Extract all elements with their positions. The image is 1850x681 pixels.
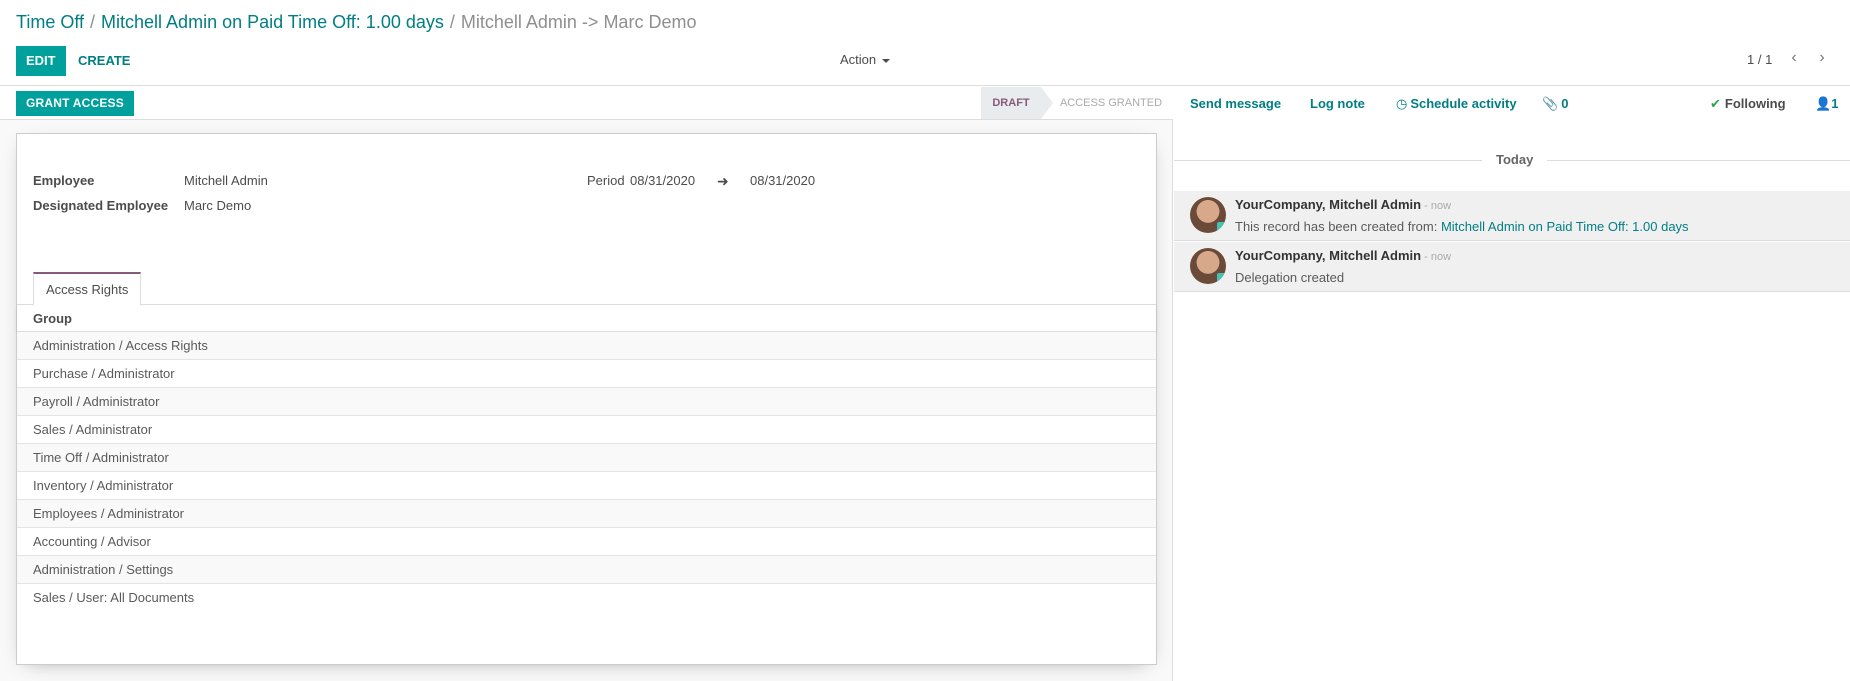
message: YourCompany, Mitchell Admin - now Delegat…: [1174, 242, 1850, 292]
table-row[interactable]: Payroll / Administrator: [17, 388, 1156, 416]
message-text: Delegation created: [1235, 270, 1345, 285]
designated-employee-label: Designated Employee: [33, 198, 169, 213]
status-icon: [1217, 273, 1226, 282]
table-row[interactable]: Sales / Administrator: [17, 416, 1156, 444]
create-button[interactable]: CREATE: [70, 46, 138, 76]
avatar[interactable]: [1190, 248, 1226, 284]
control-panel: Time Off / Mitchell Admin on Paid Time Off…: [0, 0, 1850, 86]
schedule-activity-button[interactable]: ◷ Schedule activity: [1396, 96, 1517, 112]
log-note-button[interactable]: Log note: [1310, 96, 1365, 111]
table-row[interactable]: Accounting / Advisor: [17, 528, 1156, 556]
breadcrumb: Time Off / Mitchell Admin on Paid Time Off…: [16, 12, 696, 33]
user-icon: 👤: [1815, 96, 1832, 111]
message-date: - now: [1424, 251, 1452, 263]
table-row[interactable]: Inventory / Administrator: [17, 472, 1156, 500]
message-author: YourCompany, Mitchell Admin - now: [1235, 248, 1451, 263]
table-row[interactable]: Employees / Administrator: [17, 500, 1156, 528]
chatter: Send message Log note ◷ Schedule activity…: [1174, 87, 1850, 681]
followers-count: 1: [1831, 96, 1839, 111]
clock-icon: ◷: [1396, 96, 1408, 111]
attachments-button[interactable]: 📎 0: [1542, 96, 1568, 112]
message-link[interactable]: Mitchell Admin on Paid Time Off: 1.00 da…: [1441, 219, 1689, 234]
status-icon: [1217, 222, 1226, 231]
statusbar: GRANT ACCESS DRAFT ACCESS GRANTED: [0, 87, 1173, 120]
grant-access-button[interactable]: GRANT ACCESS: [16, 91, 134, 116]
employee-label: Employee: [33, 173, 95, 188]
column-header-group[interactable]: Group: [17, 306, 1156, 332]
table-row[interactable]: Time Off / Administrator: [17, 444, 1156, 472]
action-label: Action: [840, 52, 877, 67]
table-row[interactable]: Administration / Access Rights: [17, 332, 1156, 360]
breadcrumb-time-off[interactable]: Time Off: [16, 12, 84, 32]
access-rights-list: Group Administration / Access Rights Pur…: [17, 306, 1156, 612]
table-row[interactable]: Sales / User: All Documents: [17, 584, 1156, 612]
date-separator: Today: [1482, 152, 1548, 167]
notebook-tabs: Access Rights: [17, 272, 1156, 306]
pager-value[interactable]: 1 / 1: [1747, 52, 1772, 67]
form-sheet: Employee Mitchell Admin Designated Emplo…: [16, 133, 1157, 665]
tab-access-rights[interactable]: Access Rights: [33, 272, 142, 306]
designated-employee-field[interactable]: Marc Demo: [184, 198, 251, 213]
edit-button[interactable]: EDIT: [16, 46, 66, 76]
message-body: This record has been created from: Mitch…: [1235, 219, 1689, 234]
table-row[interactable]: Administration / Settings: [17, 556, 1156, 584]
message: YourCompany, Mitchell Admin - now This re…: [1174, 191, 1850, 241]
followers-button[interactable]: 👤1: [1815, 96, 1838, 112]
message-date: - now: [1424, 200, 1452, 212]
period-label: Period: [587, 173, 625, 188]
table-row[interactable]: Purchase / Administrator: [17, 360, 1156, 388]
attachments-count: 0: [1561, 96, 1569, 111]
schedule-activity-label: Schedule activity: [1410, 96, 1517, 111]
employee-field[interactable]: Mitchell Admin: [184, 173, 268, 188]
caret-down-icon: [882, 58, 891, 63]
author-name[interactable]: YourCompany, Mitchell Admin: [1235, 197, 1421, 212]
following-label: Following: [1724, 96, 1786, 111]
stage-draft[interactable]: DRAFT: [981, 87, 1053, 119]
breadcrumb-current: Mitchell Admin -> Marc Demo: [460, 12, 697, 32]
message-text: This record has been created from:: [1235, 219, 1438, 234]
arrow-right-icon: ➜: [717, 173, 729, 189]
chevron-right-icon[interactable]: ›: [1814, 50, 1830, 66]
breadcrumb-time-off-request[interactable]: Mitchell Admin on Paid Time Off: 1.00 da…: [101, 12, 444, 32]
period-to-field[interactable]: 08/31/2020: [750, 173, 815, 188]
message-author: YourCompany, Mitchell Admin - now: [1235, 197, 1451, 212]
action-dropdown[interactable]: Action: [840, 52, 891, 67]
form-view: GRANT ACCESS DRAFT ACCESS GRANTED Employ…: [0, 87, 1173, 681]
chevron-left-icon[interactable]: ‹: [1786, 50, 1802, 66]
avatar[interactable]: [1190, 197, 1226, 233]
following-button[interactable]: ✔ Following: [1710, 96, 1786, 112]
breadcrumb-separator: /: [449, 12, 455, 32]
author-name[interactable]: YourCompany, Mitchell Admin: [1235, 248, 1421, 263]
stage-access-granted[interactable]: ACCESS GRANTED: [1055, 87, 1167, 119]
breadcrumb-separator: /: [90, 12, 96, 32]
chatter-topbar: Send message Log note ◷ Schedule activity…: [1174, 87, 1850, 120]
message-body: Delegation created: [1235, 270, 1344, 285]
paperclip-icon: 📎: [1542, 96, 1559, 111]
period-from-field[interactable]: 08/31/2020: [630, 173, 695, 188]
send-message-button[interactable]: Send message: [1190, 96, 1281, 111]
check-icon: ✔: [1710, 96, 1721, 111]
